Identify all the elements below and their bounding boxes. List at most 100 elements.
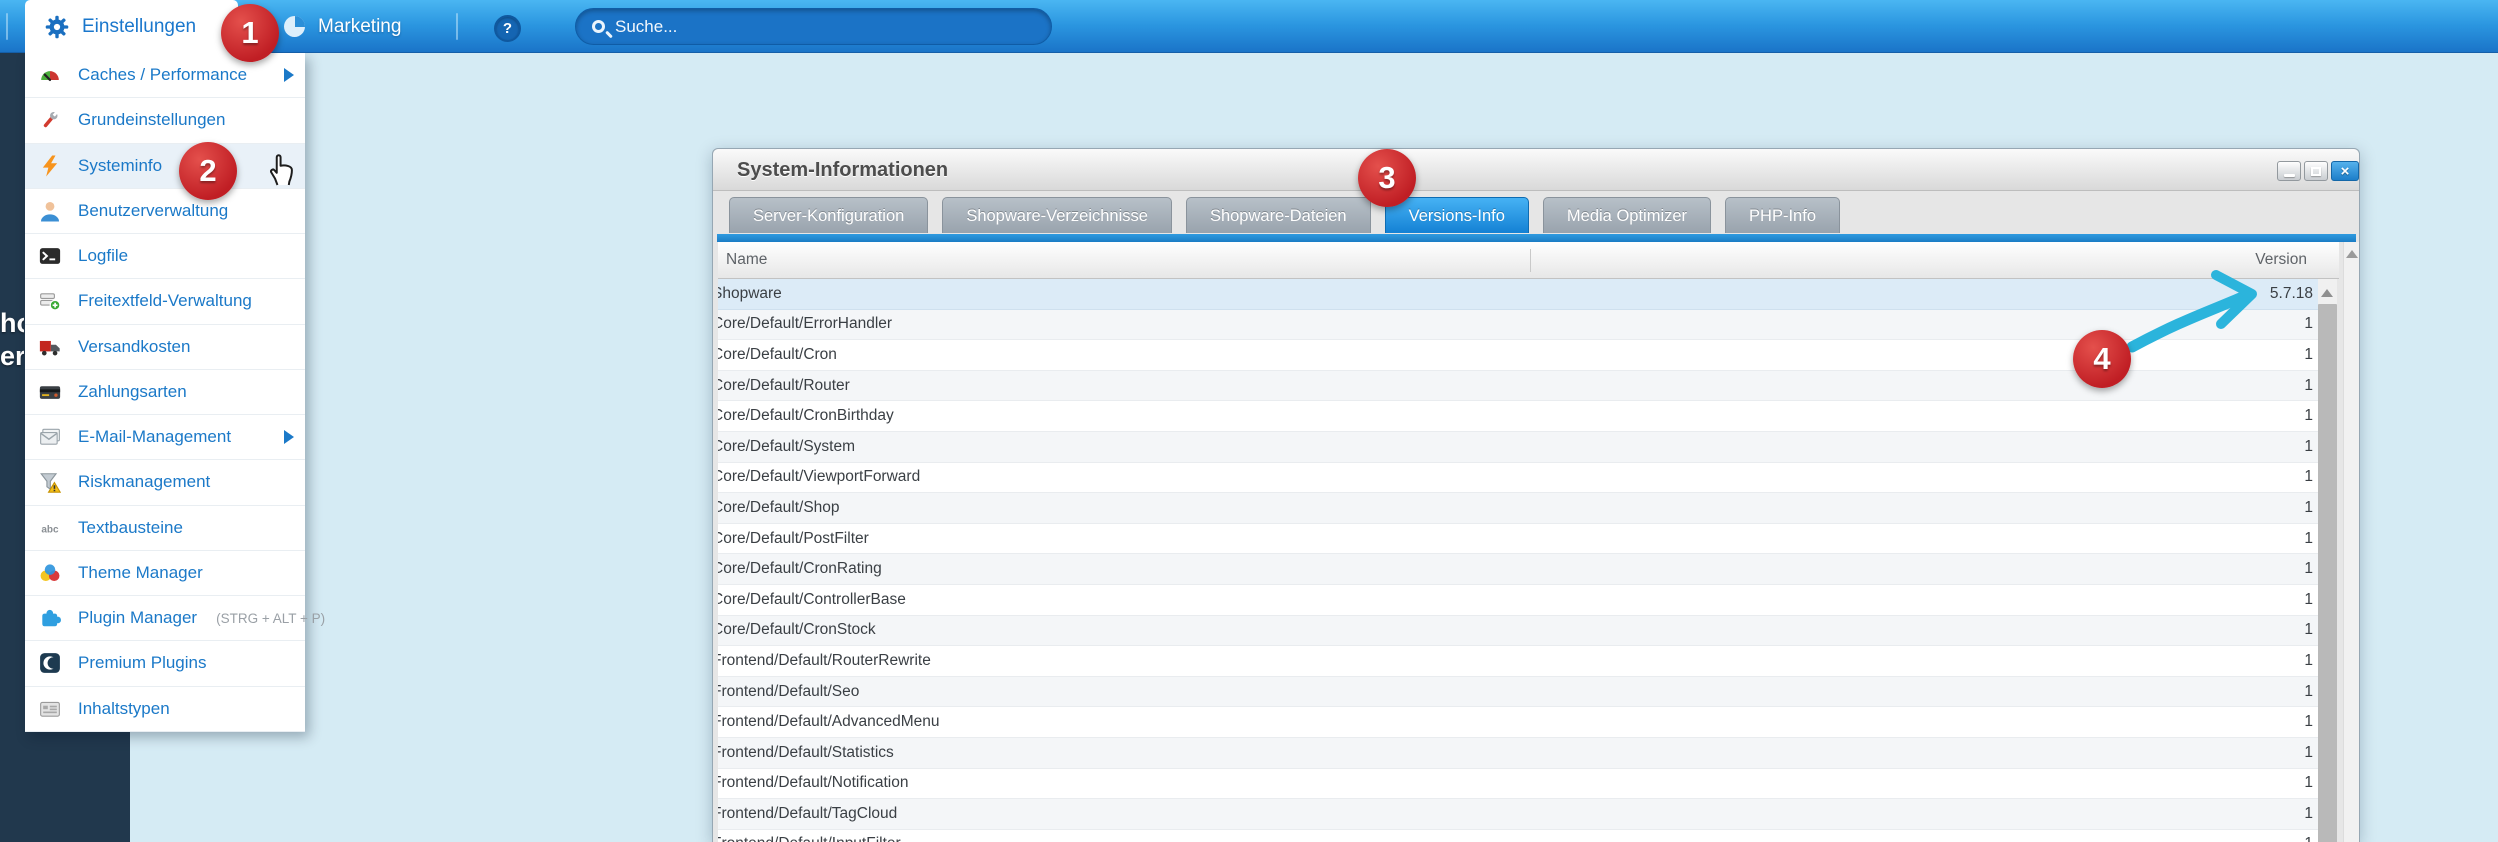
menu-item-grundeinstellungen[interactable]: Grundeinstellungen (25, 98, 305, 144)
menu-item-plugin-manager[interactable]: Plugin Manager (STRG + ALT + P) (25, 596, 325, 642)
cell-version: 1 (2304, 345, 2313, 363)
table-row[interactable]: Frontend/Default/TagCloud 1 (718, 799, 2318, 830)
cell-name: Core/Default/ViewportForward (718, 468, 921, 486)
menu-item-caches-performance[interactable]: Caches / Performance (25, 53, 305, 99)
cell-name: Frontend/Default/TagCloud (718, 804, 898, 822)
theme-icon (39, 562, 61, 584)
menu-item-systeminfo[interactable]: Systeminfo (25, 143, 305, 189)
menu-item-riskmanagement[interactable]: Riskmanagement (25, 460, 305, 506)
active-tab-bar (717, 234, 2356, 242)
table-row[interactable]: Core/Default/ErrorHandler 1 (718, 309, 2318, 341)
cell-version: 1 (2304, 498, 2313, 516)
content-types-icon (39, 698, 61, 720)
fields-add-icon (39, 290, 61, 312)
svg-text:abc: abc (41, 524, 59, 535)
table-row[interactable]: Frontend/Default/Statistics 1 (718, 737, 2318, 769)
grid-scrollbar[interactable] (2318, 279, 2337, 842)
menu-item-premium-plugins[interactable]: Premium Plugins (25, 641, 305, 687)
window-titlebar[interactable]: System-Informationen × (713, 149, 2359, 191)
cell-version: 5.7.18 (2269, 284, 2313, 302)
cell-name: Core/Default/ControllerBase (718, 590, 906, 608)
menubar-divider (6, 13, 8, 40)
tab-versions-info[interactable]: Versions-Info (1384, 197, 1529, 233)
menu-item-label: Textbausteine (78, 517, 183, 537)
cell-version: 1 (2304, 743, 2313, 761)
mail-icon (39, 426, 61, 448)
table-row[interactable]: Core/Default/Shop 1 (718, 493, 2318, 524)
cell-name: Frontend/Default/Notification (718, 774, 909, 792)
menu-item-versandkosten[interactable]: Versandkosten (25, 325, 305, 370)
menubar-item-marketing[interactable]: Marketing (284, 0, 401, 53)
menu-item-benutzerverwaltung[interactable]: Benutzerverwaltung (25, 189, 305, 234)
table-row[interactable]: Frontend/Default/InputFilter 1 (718, 830, 2318, 842)
minimize-button[interactable] (2277, 161, 2301, 181)
tab-server-konfiguration[interactable]: Server-Konfiguration (729, 197, 929, 233)
question-mark-icon: ? (502, 20, 513, 37)
panel-scrollbar-track[interactable] (2343, 242, 2359, 842)
menu-item-label: Theme Manager (78, 562, 203, 582)
global-search (575, 8, 1052, 45)
tab-media-optimizer[interactable]: Media Optimizer (1542, 197, 1712, 233)
tab-shopware-dateien[interactable]: Shopware-Dateien (1185, 197, 1371, 233)
menu-item-logfile[interactable]: Logfile (25, 234, 305, 280)
cell-version: 1 (2304, 590, 2313, 608)
gauge-icon (39, 64, 61, 86)
menubar-divider (456, 13, 458, 40)
cell-name: Frontend/Default/Seo (718, 682, 860, 700)
menu-item-freitextfeld-verwaltung[interactable]: Freitextfeld-Verwaltung (25, 279, 305, 325)
cell-name: Core/Default/System (718, 437, 855, 455)
cell-version: 1 (2304, 407, 2313, 425)
menubar-item-einstellungen[interactable]: Einstellungen (25, 0, 238, 53)
menu-item-textbausteine[interactable]: abc Textbausteine (25, 506, 305, 551)
table-row[interactable]: Frontend/Default/Notification 1 (718, 769, 2318, 800)
cell-version: 1 (2304, 682, 2313, 700)
menu-item-theme-manager[interactable]: Theme Manager (25, 551, 305, 596)
table-row[interactable]: Core/Default/PostFilter 1 (718, 524, 2318, 555)
menu-item-label: Plugin Manager (78, 608, 198, 628)
menu-item-label: Riskmanagement (78, 472, 211, 492)
table-row[interactable]: Core/Default/ViewportForward 1 (718, 463, 2318, 494)
close-button[interactable]: × (2331, 161, 2359, 181)
cell-version: 1 (2304, 468, 2313, 486)
cell-name: Core/Default/Cron (718, 345, 837, 363)
tab-shopware-verzeichnisse[interactable]: Shopware-Verzeichnisse (942, 197, 1172, 233)
table-row[interactable]: Shopware 5.7.18 (718, 279, 2318, 310)
column-header-name[interactable]: Name (726, 251, 767, 269)
search-input[interactable] (615, 16, 995, 37)
menu-item-label: Logfile (78, 246, 129, 266)
table-row[interactable]: Core/Default/CronBirthday 1 (718, 401, 2318, 432)
maximize-button[interactable] (2304, 161, 2328, 181)
search-icon (592, 20, 605, 33)
menu-item-zahlungsarten[interactable]: Zahlungsarten (25, 370, 305, 415)
menu-item-e-mail-management[interactable]: E-Mail-Management (25, 415, 305, 461)
column-separator[interactable] (1530, 249, 1531, 272)
tab-php-info[interactable]: PHP-Info (1725, 197, 1840, 233)
table-row[interactable]: Frontend/Default/AdvancedMenu 1 (718, 707, 2318, 738)
truck-icon (39, 336, 61, 358)
table-row[interactable]: Frontend/Default/RouterRewrite 1 (718, 646, 2318, 677)
table-row[interactable]: Core/Default/CronRating 1 (718, 554, 2318, 585)
help-button[interactable]: ? (494, 15, 521, 42)
table-row[interactable]: Frontend/Default/Seo 1 (718, 676, 2318, 708)
cell-name: Frontend/Default/AdvancedMenu (718, 713, 940, 731)
annotation-badge-2: 2 (179, 142, 237, 200)
cell-version: 1 (2304, 621, 2313, 639)
window-title: System-Informationen (737, 159, 949, 181)
pie-chart-icon (284, 16, 305, 37)
table-row[interactable]: Core/Default/CronStock 1 (718, 615, 2318, 647)
annotation-badge-4: 4 (2073, 330, 2131, 388)
screen: hop erk Marketing ? (0, 0, 2498, 842)
scrollbar-thumb[interactable] (2318, 304, 2337, 842)
menu-item-inhaltstypen[interactable]: Inhaltstypen (25, 687, 305, 732)
scroll-up-arrow-icon[interactable] (2321, 289, 2333, 297)
table-row[interactable]: Core/Default/ControllerBase 1 (718, 585, 2318, 616)
cell-version: 1 (2304, 560, 2313, 578)
top-menubar: Marketing ? (0, 0, 2498, 53)
menu-item-label: Grundeinstellungen (78, 110, 226, 130)
column-header-version[interactable]: Version (2255, 251, 2307, 269)
cell-version: 1 (2304, 713, 2313, 731)
menu-item-label: Freitextfeld-Verwaltung (78, 291, 252, 311)
scroll-up-arrow-icon[interactable] (2346, 250, 2358, 258)
hand-cursor-icon (270, 154, 293, 186)
table-row[interactable]: Core/Default/System 1 (718, 431, 2318, 463)
